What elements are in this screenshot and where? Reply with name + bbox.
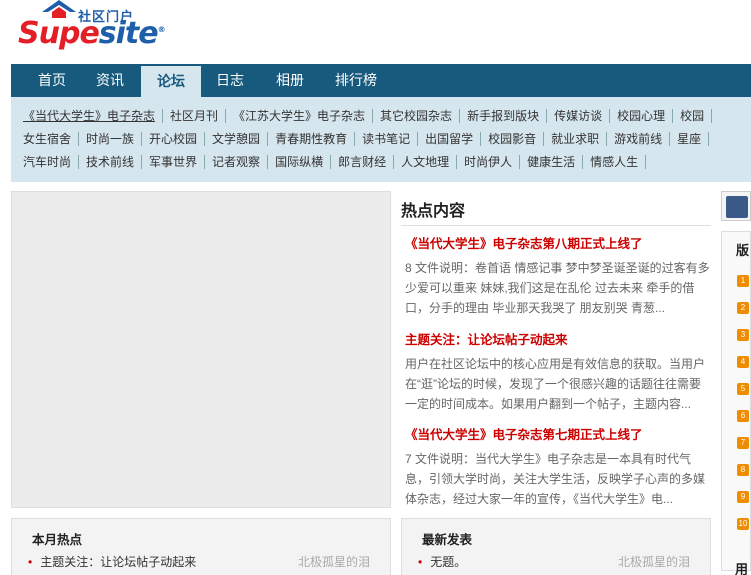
hot-article-title[interactable]: 《当代大学生》电子杂志第七期正式上线了 [405, 426, 711, 444]
hot-article: 主题关注：让论坛帖子动起来 用户在社区论坛中的核心应用是有效信息的获取。当用户在… [405, 331, 711, 414]
list-item-title: 主题关注：让论坛帖子动起来 [40, 555, 197, 569]
subnav-link[interactable]: 星座 [670, 132, 710, 146]
rank-number: 3 [737, 329, 749, 341]
subnav-link[interactable]: 开心校园 [142, 132, 206, 146]
subnav-link[interactable]: 女生宿舍 [11, 132, 80, 146]
list-item-author[interactable]: 北极孤星的泪 [618, 553, 690, 570]
subnav-link[interactable]: 文学憩园 [205, 132, 269, 146]
subnav-link[interactable]: 社区月刊 [163, 109, 227, 123]
site-logo[interactable]: 社区门户 Supesite® [18, 0, 166, 58]
nav-album[interactable]: 相册 [261, 64, 319, 97]
divider [401, 225, 711, 226]
list-item[interactable]: • 无题。 [418, 553, 466, 570]
hot-article-summary: 7 文件说明：当代大学生》电子杂志是一本具有时代气息，引领大学时尚，关注大学生活… [405, 452, 706, 506]
subnav-row-1: 《当代大学生》电子杂志 社区月刊 《江苏大学生》电子杂志 其它校园杂志 新手报到版块 传媒… [11, 106, 713, 126]
subnav-link[interactable]: 青春期性教育 [268, 132, 356, 146]
subnav-link[interactable]: 郎言财经 [331, 155, 395, 169]
logo-name-red: Supe [18, 16, 100, 51]
right-sidebar: 版 1 2 3 4 5 6 7 8 9 10 用 [721, 191, 751, 575]
list-item[interactable]: • 主题关注：让论坛帖子动起来 [28, 553, 196, 570]
subnav-link[interactable]: 健康生活 [520, 155, 584, 169]
rank-number: 4 [737, 356, 749, 368]
subnav-link[interactable]: 国际纵横 [268, 155, 332, 169]
hot-content-panel: 热点内容 《当代大学生》电子杂志第八期正式上线了 8 文件说明：卷首语 情感记事… [401, 191, 711, 511]
rank-number: 7 [737, 437, 749, 449]
subnav-row-2: 女生宿舍 时尚一族 开心校园 文学憩园 青春期性教育 读书笔记 出国留学 校园影音 就业求职 游戏… [11, 129, 710, 149]
rank-number: 5 [737, 383, 749, 395]
subnav-link[interactable]: 时尚一族 [79, 132, 143, 146]
subnav-link[interactable]: 校园影音 [481, 132, 545, 146]
user-photo-icon [726, 196, 748, 218]
list-item-author[interactable]: 北极孤星的泪 [298, 553, 370, 570]
subnav-link[interactable]: 《当代大学生》电子杂志 [11, 109, 164, 123]
logo-name-blue: site [98, 16, 159, 51]
avatar[interactable] [721, 191, 751, 221]
rank-number: 10 [737, 518, 749, 530]
month-hot-box: 本月热点 • 主题关注：让论坛帖子动起来 北极孤星的泪 [11, 518, 391, 575]
subnav-link[interactable]: 时尚伊人 [457, 155, 521, 169]
hot-article-title[interactable]: 主题关注：让论坛帖子动起来 [405, 331, 711, 349]
nav-news[interactable]: 资讯 [81, 64, 139, 97]
forum-subnav: 《当代大学生》电子杂志 社区月刊 《江苏大学生》电子杂志 其它校园杂志 新手报到版块 传媒… [11, 97, 751, 182]
latest-posts-box: 最新发表 • 无题。 北极孤星的泪 [401, 518, 711, 575]
subnav-link[interactable]: 军事世界 [142, 155, 206, 169]
hot-article-summary: 用户在社区论坛中的核心应用是有效信息的获取。当用户在“逛”论坛的时候，发现了一个… [405, 357, 706, 411]
rank-number: 1 [737, 275, 749, 287]
subnav-link[interactable]: 出国留学 [418, 132, 482, 146]
subnav-link[interactable]: 读书笔记 [355, 132, 419, 146]
rank-number: 9 [737, 491, 749, 503]
bullet-icon: • [418, 555, 423, 569]
subnav-link[interactable]: 新手报到版块 [460, 109, 548, 123]
subnav-link[interactable]: 技术前线 [79, 155, 143, 169]
hot-article-summary: 8 文件说明：卷首语 情感记事 梦中梦圣诞圣诞的过客有多少爱可以重来 妹妹,我们… [405, 261, 710, 315]
subnav-link[interactable]: 校园心理 [610, 109, 674, 123]
rank-number: 2 [737, 302, 749, 314]
logo-wordmark: Supesite® [18, 16, 166, 51]
main-nav: 首页 资讯 论坛 日志 相册 排行榜 [11, 64, 751, 97]
side-box-title: 用 [735, 562, 749, 575]
list-item-title: 无题。 [430, 555, 467, 569]
hot-content-title: 热点内容 [401, 203, 466, 220]
nav-forum[interactable]: 论坛 [141, 66, 201, 97]
rank-number: 8 [737, 464, 749, 476]
subnav-link[interactable]: 情感人生 [583, 155, 647, 169]
hot-article: 《当代大学生》电子杂志第七期正式上线了 7 文件说明：当代大学生》电子杂志是一本… [405, 426, 711, 509]
hot-article-title[interactable]: 《当代大学生》电子杂志第八期正式上线了 [405, 235, 711, 253]
latest-posts-title: 最新发表 [422, 533, 473, 547]
logo-trademark: ® [157, 25, 166, 34]
rank-number: 6 [737, 410, 749, 422]
rank-box-title: 版 [736, 243, 750, 258]
subnav-link[interactable]: 就业求职 [544, 132, 608, 146]
nav-blog[interactable]: 日志 [201, 64, 259, 97]
month-hot-title: 本月热点 [32, 533, 83, 547]
subnav-link[interactable]: 其它校园杂志 [373, 109, 461, 123]
nav-ranking[interactable]: 排行榜 [323, 64, 389, 97]
subnav-link[interactable]: 记者观察 [205, 155, 269, 169]
subnav-link[interactable]: 校园 [673, 109, 713, 123]
hot-article: 《当代大学生》电子杂志第八期正式上线了 8 文件说明：卷首语 情感记事 梦中梦圣… [405, 235, 711, 318]
subnav-row-3: 汽车时尚 技术前线 军事世界 记者观察 国际纵横 郎言财经 人文地理 时尚伊人 健康生活 情感人生 [11, 152, 647, 172]
subnav-link[interactable]: 人文地理 [394, 155, 458, 169]
bullet-icon: • [28, 555, 33, 569]
subnav-link[interactable]: 《江苏大学生》电子杂志 [226, 109, 374, 123]
forum-rank-box: 版 1 2 3 4 5 6 7 8 9 10 [721, 231, 751, 571]
subnav-link[interactable]: 汽车时尚 [11, 155, 80, 169]
slideshow-area[interactable] [11, 191, 391, 508]
subnav-link[interactable]: 传媒访谈 [547, 109, 611, 123]
subnav-link[interactable]: 游戏前线 [607, 132, 671, 146]
nav-home[interactable]: 首页 [23, 64, 81, 97]
